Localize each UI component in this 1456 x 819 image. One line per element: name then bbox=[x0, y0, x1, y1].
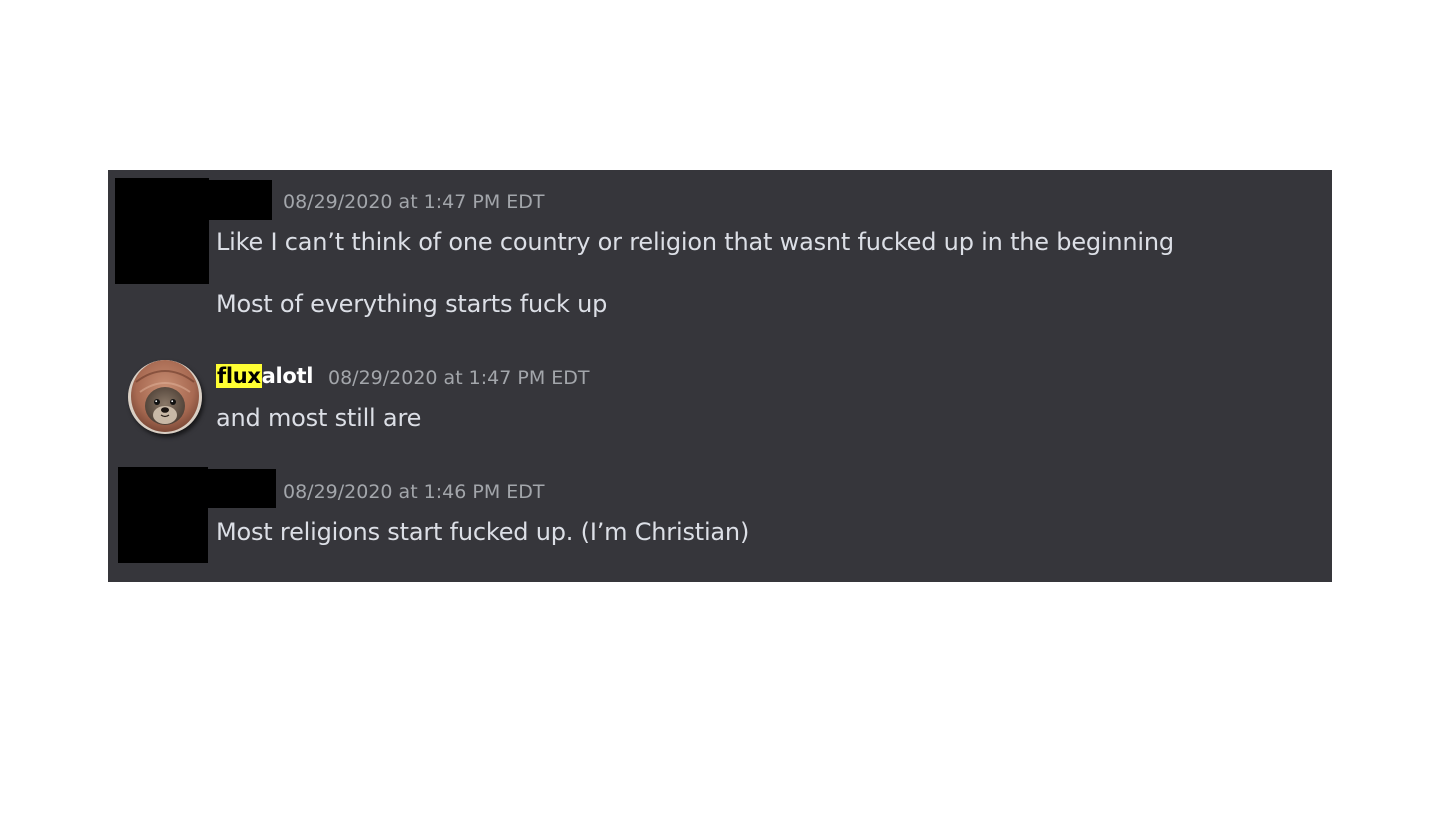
redacted-avatar bbox=[115, 178, 209, 284]
message-timestamp: 08/29/2020 at 1:46 PM EDT bbox=[283, 481, 545, 503]
message-text: Most religions start fucked up. (I’m Chr… bbox=[216, 518, 750, 546]
author-name-highlight: flux bbox=[216, 364, 262, 388]
message-timestamp: 08/29/2020 at 1:47 PM EDT bbox=[283, 191, 545, 213]
message-text: Like I can’t think of one country or rel… bbox=[216, 228, 1174, 256]
message-timestamp: 08/29/2020 at 1:47 PM EDT bbox=[328, 367, 590, 389]
message-text: and most still are bbox=[216, 404, 422, 432]
redacted-username bbox=[208, 469, 276, 508]
otter-avatar-icon[interactable] bbox=[128, 360, 202, 434]
chat-panel: 08/29/2020 at 1:47 PM EDT Like I can’t t… bbox=[108, 170, 1332, 582]
redacted-avatar bbox=[118, 467, 208, 563]
redacted-username bbox=[209, 180, 272, 220]
message-text: Most of everything starts fuck up bbox=[216, 290, 608, 318]
message-author[interactable]: flux alotl bbox=[216, 362, 313, 390]
author-name-rest: alotl bbox=[261, 364, 314, 388]
